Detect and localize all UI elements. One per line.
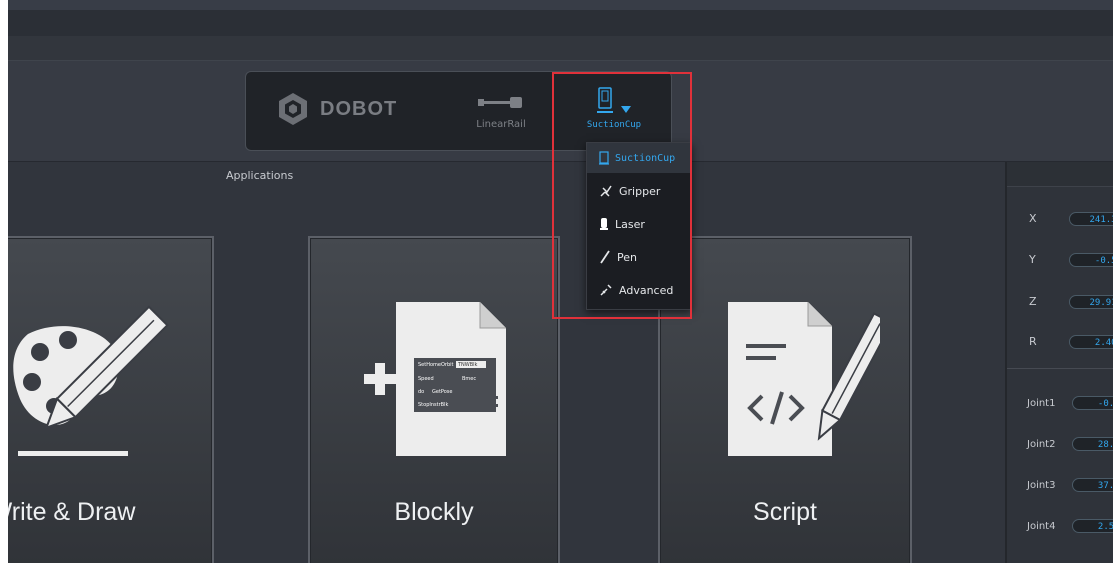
write-draw-label: Write & Draw — [8, 498, 136, 526]
blockly-app-card[interactable]: SetHomeOrbit TNWBlk Speed Bmec do GetPos… — [308, 236, 560, 563]
dropdown-item-advanced[interactable]: Advanced — [587, 275, 691, 305]
coord-z-label: Z — [1029, 295, 1037, 308]
chevron-down-icon — [621, 106, 631, 113]
dobot-studio-window: DOBOT LinearRail SuctionCup Applications… — [8, 0, 1113, 563]
joint4-label: Joint4 — [1027, 521, 1056, 532]
dropdown-item-label: SuctionCup — [615, 152, 676, 164]
dropdown-item-label: Laser — [615, 217, 645, 231]
joint4-value: 2.535 — [1072, 519, 1113, 533]
panel-divider — [1007, 368, 1113, 369]
end-effector-dropdown: SuctionCup Gripper Laser Pen Advanced — [586, 142, 692, 310]
coord-z-value: 29.910 — [1069, 295, 1113, 309]
position-panel: X 241.34 Y -0.55 Z 29.910 R 2.403 Joint1… — [1005, 162, 1113, 563]
joint3-label: Joint3 — [1027, 480, 1056, 491]
coord-r-label: R — [1029, 335, 1037, 348]
brand-name: DOBOT — [320, 97, 398, 120]
linear-rail-icon — [478, 97, 522, 108]
coord-x-value: 241.34 — [1069, 212, 1113, 226]
dropdown-item-pen[interactable]: Pen — [587, 242, 691, 272]
suction-cup-tool-selector[interactable]: SuctionCup — [564, 86, 664, 130]
advanced-icon — [600, 284, 612, 296]
coord-y-label: Y — [1029, 253, 1036, 266]
script-document-icon — [728, 302, 880, 456]
blockly-text-1: SetHomeOrbit — [418, 362, 454, 368]
laser-icon — [600, 218, 608, 230]
linear-rail-tool[interactable]: LinearRail — [466, 94, 536, 130]
blockly-text-2: TNWBlk — [457, 362, 478, 368]
joint3-value: 37.12 — [1072, 478, 1113, 492]
script-label: Script — [753, 498, 817, 526]
title-bar — [8, 10, 1113, 36]
joint2-value: 28.50 — [1072, 437, 1113, 451]
coord-r-value: 2.403 — [1069, 335, 1113, 349]
joint1-value: -0.13 — [1072, 396, 1113, 410]
write-draw-app-card[interactable]: Write & Draw — [8, 236, 214, 563]
pen-icon — [600, 250, 610, 264]
coord-x-label: X — [1029, 212, 1037, 225]
blockly-text-3: Speed — [418, 376, 434, 382]
dropdown-item-label: Gripper — [619, 184, 661, 198]
palette-pencil-icon — [13, 305, 169, 456]
dropdown-item-label: Advanced — [619, 283, 674, 297]
blockly-label: Blockly — [394, 498, 474, 526]
menu-bar — [8, 36, 1113, 61]
position-panel-header — [1007, 162, 1113, 187]
suction-cup-label: SuctionCup — [586, 120, 642, 130]
blockly-document-icon: SetHomeOrbit TNWBlk Speed Bmec do GetPos… — [364, 302, 506, 456]
blockly-text-6: GetPose — [432, 389, 453, 395]
dropdown-item-laser[interactable]: Laser — [587, 209, 691, 239]
joint1-label: Joint1 — [1027, 398, 1056, 409]
device-panel: DOBOT LinearRail SuctionCup — [245, 71, 672, 151]
suction-cup-icon — [599, 151, 609, 165]
coord-y-value: -0.55 — [1069, 253, 1113, 267]
blockly-text-5: do — [418, 389, 424, 395]
dropdown-item-label: Pen — [617, 250, 637, 264]
joint2-label: Joint2 — [1027, 439, 1056, 450]
suction-cup-icon — [597, 87, 613, 113]
dobot-hex-icon — [279, 93, 307, 125]
applications-section-title: Applications — [226, 169, 294, 182]
dobot-logo: DOBOT — [276, 92, 397, 126]
script-app-card[interactable]: Script — [658, 236, 912, 563]
linear-rail-label: LinearRail — [476, 119, 526, 130]
dropdown-item-gripper[interactable]: Gripper — [587, 176, 691, 206]
toolbar: DOBOT LinearRail SuctionCup — [8, 61, 1113, 163]
blockly-text-4: Bmec — [462, 376, 476, 382]
gripper-icon — [600, 185, 612, 197]
blockly-text-7: StopInstrBlk — [418, 402, 448, 408]
dropdown-item-suction-cup[interactable]: SuctionCup — [587, 143, 691, 173]
